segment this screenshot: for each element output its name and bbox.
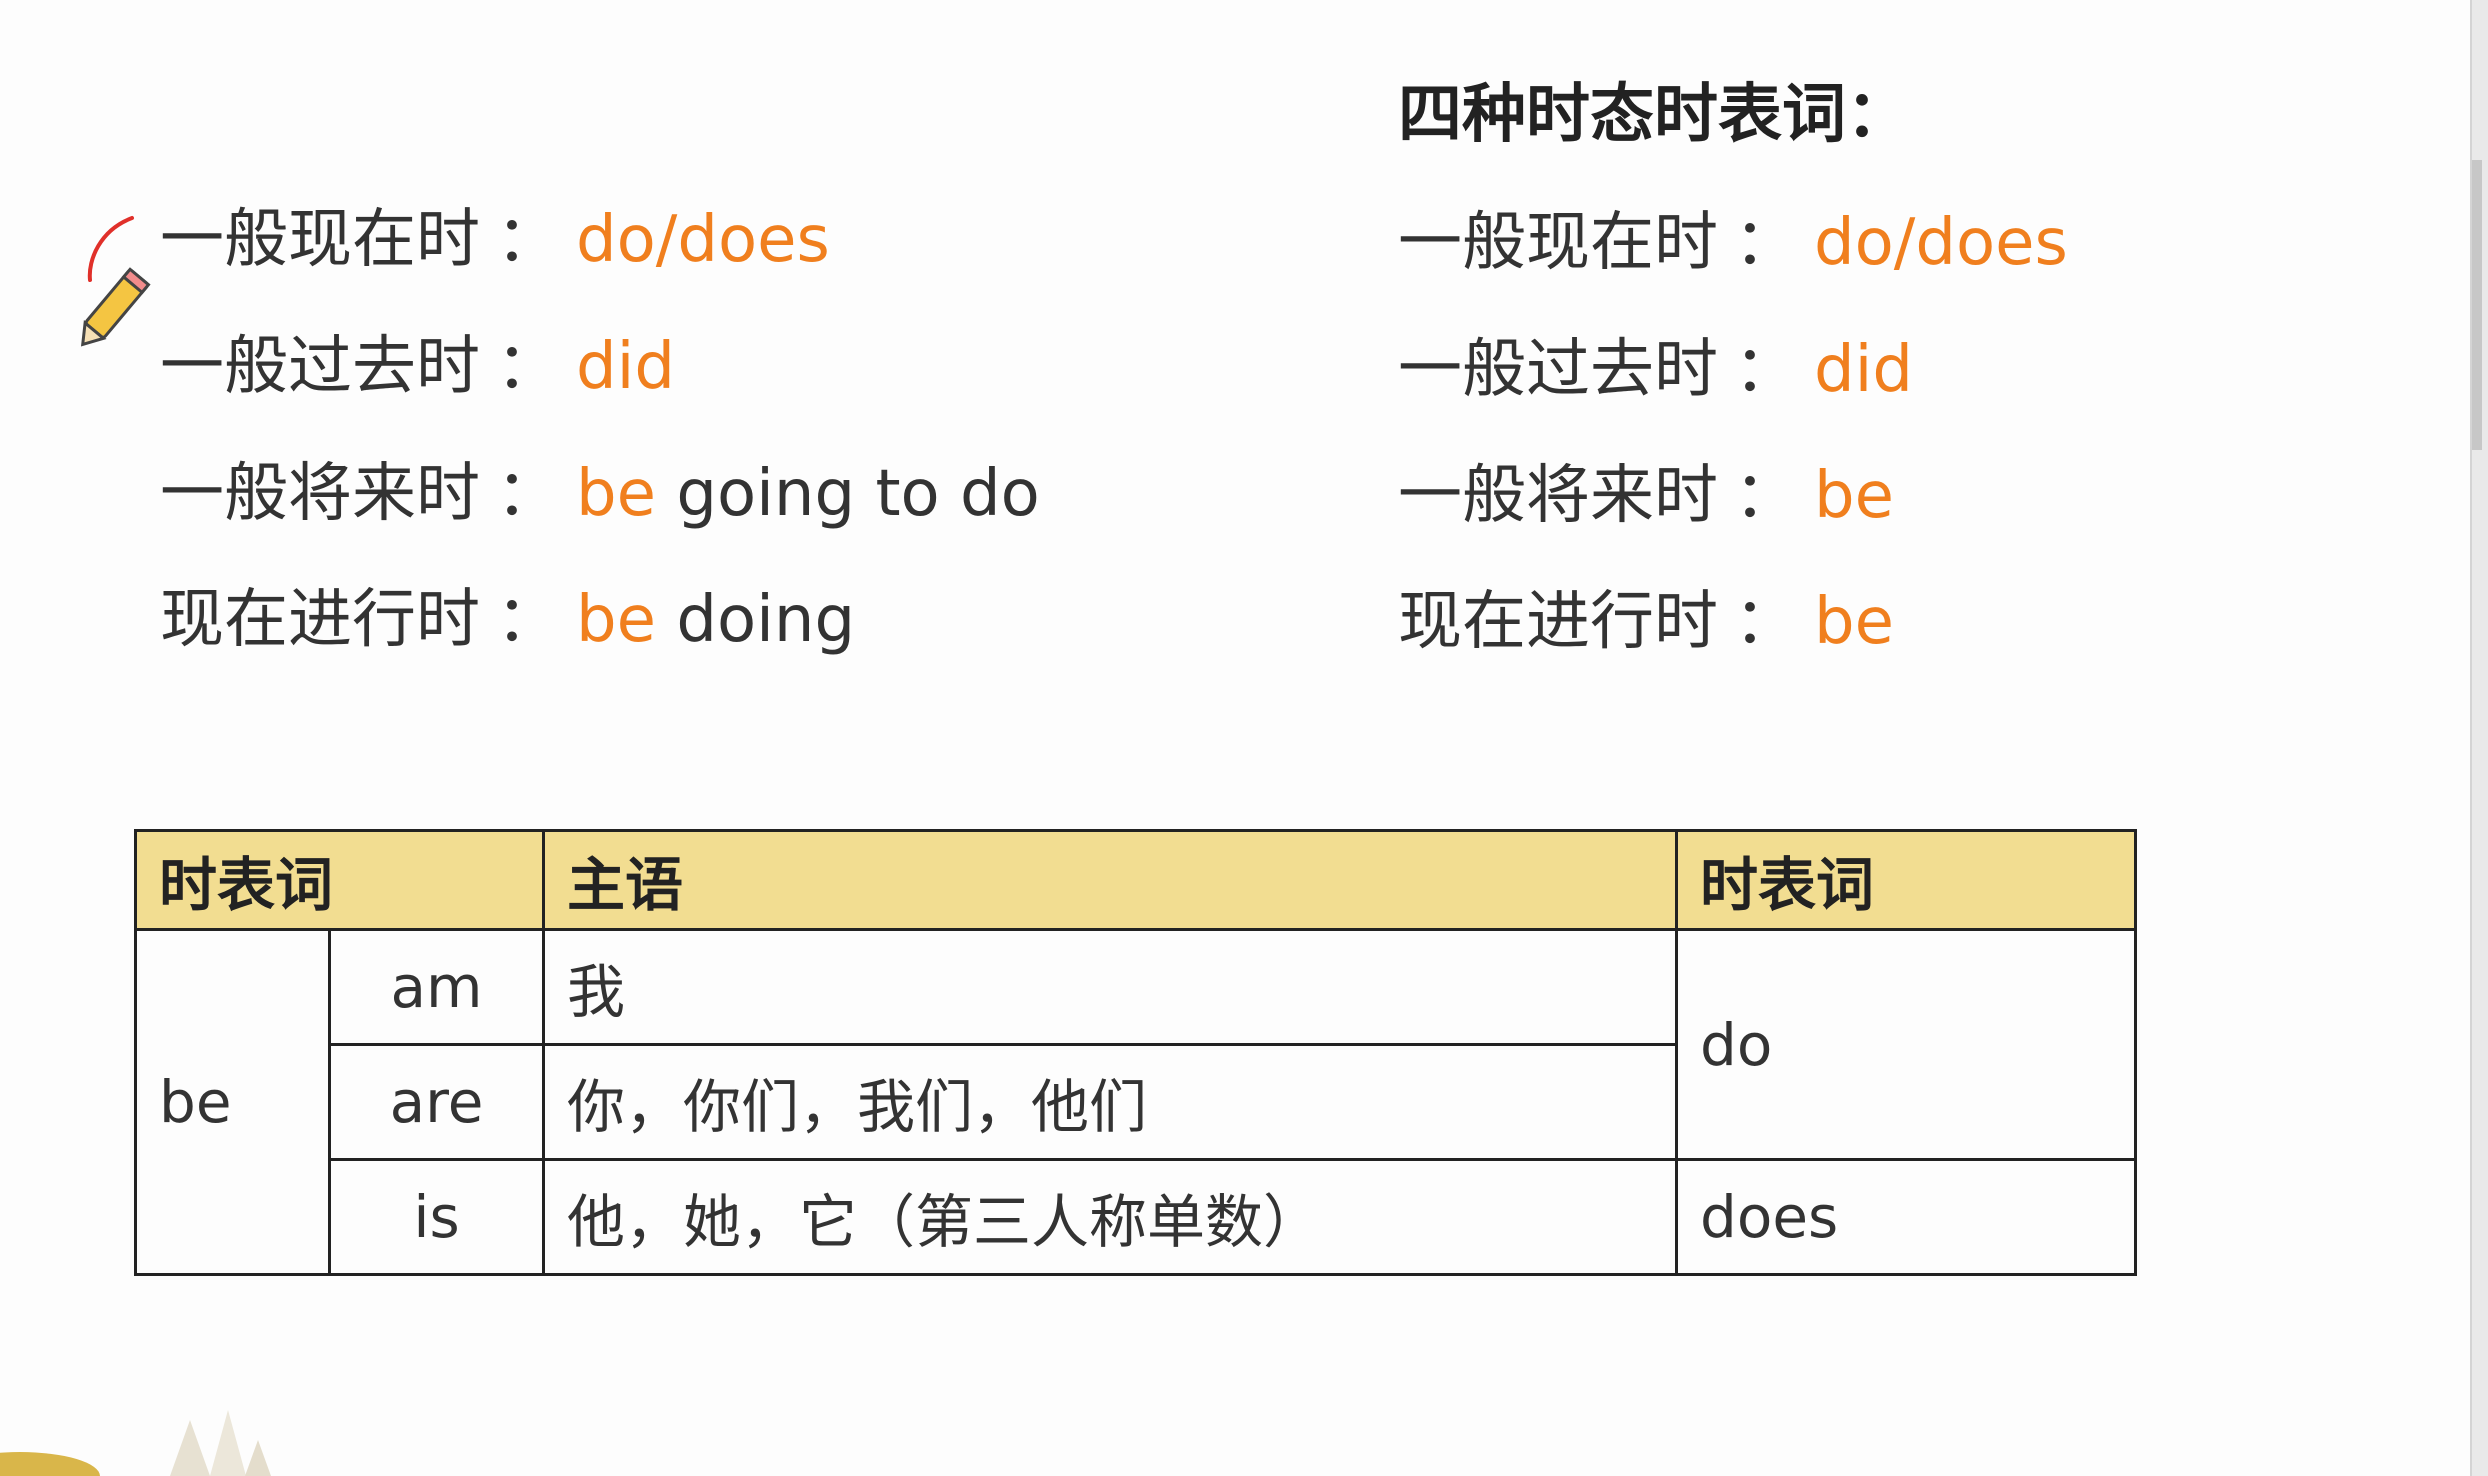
tense-label: 一般过去时: [1398, 333, 1718, 407]
time-word: be: [576, 583, 656, 657]
does-cell: does: [1675, 1158, 2138, 1276]
rest-text: going to do: [656, 457, 1040, 531]
header-subject: 主语: [542, 829, 1679, 931]
left-rule-future: 一般将来时： be going to do: [160, 454, 1040, 534]
be-cell: be: [134, 928, 331, 1276]
slide: 一般现在时： do/does 一般过去时： did 一般将来时： be going t…: [0, 0, 2488, 1476]
right-rule-future: 一般将来时： be: [1398, 456, 1894, 536]
time-word: did: [1814, 333, 1914, 407]
left-rule-present: 一般现在时： do/does: [160, 200, 830, 280]
form-cell: am: [327, 928, 546, 1046]
time-word: do/does: [576, 203, 830, 277]
tense-label: 一般现在时: [1398, 206, 1718, 280]
colon: ：: [1734, 459, 1798, 533]
time-word: do/does: [1814, 206, 2068, 280]
pencil-icon[interactable]: [70, 210, 170, 350]
tense-label: 一般将来时: [1398, 459, 1718, 533]
rest-text: doing: [656, 583, 856, 657]
colon: ：: [1734, 333, 1798, 407]
tense-label: 一般现在时: [160, 203, 480, 277]
colon: ：: [496, 583, 560, 657]
colon: ：: [496, 330, 560, 404]
table-row: be am 我 do: [134, 928, 2138, 1276]
left-rule-progressive: 现在进行时： be doing: [160, 580, 855, 660]
right-rule-present: 一般现在时： do/does: [1398, 203, 2068, 283]
time-word: did: [576, 330, 676, 404]
tense-label: 一般将来时: [160, 457, 480, 531]
tense-label: 现在进行时: [160, 583, 480, 657]
scroll-indicator: [2472, 160, 2482, 450]
subject-cell: 我: [542, 928, 1679, 1046]
do-cell: do: [1675, 928, 2138, 1161]
right-rule-past: 一般过去时： did: [1398, 330, 1913, 410]
tree-decoration: [0, 1410, 271, 1476]
colon: ：: [496, 203, 560, 277]
colon: ：: [496, 457, 560, 531]
subject-cell: 你，你们，我们，他们: [542, 1043, 1679, 1161]
time-word: be: [576, 457, 656, 531]
subject-cell: 他，她，它（第三人称单数）: [542, 1158, 1679, 1276]
time-word: be: [1814, 459, 1894, 533]
be-verb-table: 时表词 主语 时表词 be am 我 do are 你，你们，我们，他们 is …: [133, 829, 2138, 1276]
form-cell: is: [327, 1158, 546, 1276]
header-time-word: 时表词: [133, 829, 546, 931]
header-time-word-2: 时表词: [1675, 829, 2138, 931]
table-row: is 他，她，它（第三人称单数） does: [136, 1158, 2138, 1276]
table-header-row: 时表词 主语 时表词: [133, 829, 2138, 931]
left-rule-past: 一般过去时： did: [160, 327, 675, 407]
right-rule-progressive: 现在进行时： be: [1398, 582, 1894, 662]
tense-label: 现在进行时: [1398, 585, 1718, 659]
form-cell: are: [327, 1043, 546, 1161]
window-edge: [2470, 0, 2488, 1476]
time-word: be: [1814, 585, 1894, 659]
page-title: 四种时态时表词：: [1398, 78, 1910, 152]
colon: ：: [1734, 206, 1798, 280]
tense-label: 一般过去时: [160, 330, 480, 404]
colon: ：: [1734, 585, 1798, 659]
